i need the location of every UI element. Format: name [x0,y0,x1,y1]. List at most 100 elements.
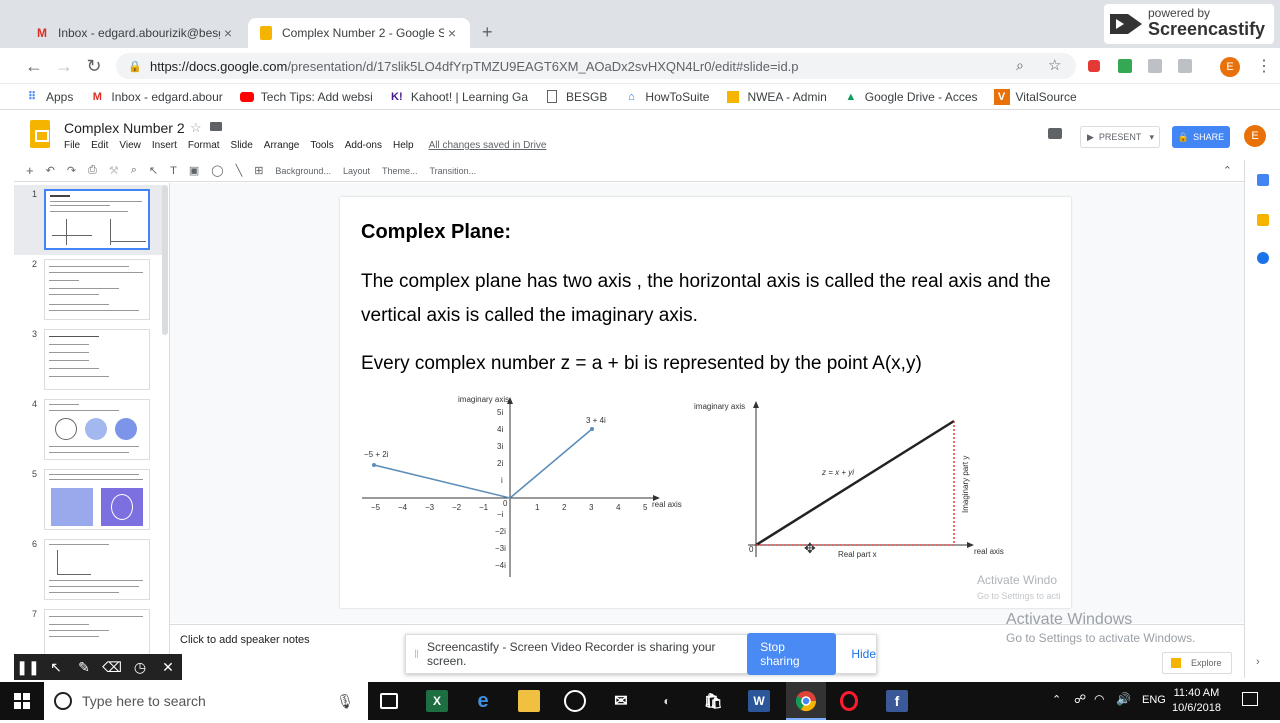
transition-button[interactable]: Transition... [430,166,477,176]
textbox-icon[interactable]: T [170,165,177,177]
shape-icon[interactable]: ◯ [211,164,223,177]
menu-slide[interactable]: Slide [231,140,253,151]
wifi-icon[interactable]: ◠ [1094,692,1104,706]
slide-thumbnail-5[interactable] [44,469,150,530]
volume-icon[interactable]: 🔊 [1116,692,1131,706]
close-icon[interactable]: × [220,25,236,41]
file-explorer-icon[interactable] [518,690,540,712]
stop-sharing-button[interactable]: Stop sharing [747,633,837,675]
action-center-icon[interactable] [1242,692,1258,706]
slide-thumbnail-1[interactable] [44,189,150,250]
undo-icon[interactable]: ↶ [46,164,55,177]
task-view-icon[interactable] [380,693,398,709]
excel-icon[interactable]: X [426,690,448,712]
slide-paragraph-2[interactable]: Every complex number z = a + bi is repre… [361,347,922,381]
slide-thumbnail-6[interactable] [44,539,150,600]
forward-arrow-icon[interactable]: → [52,54,76,78]
chrome-taskbar-item[interactable] [786,682,826,720]
comments-icon[interactable] [1048,128,1062,139]
language-indicator[interactable]: ENG [1142,694,1166,706]
windows-start-icon[interactable] [14,693,30,709]
document-title[interactable]: Complex Number 2 [64,120,185,136]
store-icon[interactable]: 🛍 [702,690,724,712]
filmstrip-scrollbar[interactable] [162,185,168,335]
print-icon[interactable]: ⎙ [88,164,97,177]
zoom-search-icon[interactable]: ⌕ [1016,57,1024,74]
chevron-down-icon[interactable]: ▾ [1149,132,1154,143]
explore-button[interactable]: Explore [1162,652,1232,674]
slide-canvas[interactable]: Complex Plane: The complex plane has two… [340,197,1071,608]
tab-slides[interactable]: Complex Number 2 - Google Slid × [248,18,470,48]
slide-thumbnail-7[interactable] [44,609,150,655]
address-bar[interactable]: 🔒 https://docs.google.com /presentation/… [116,53,1076,79]
pause-icon[interactable]: ❚❚ [14,659,42,676]
paint-format-icon[interactable]: ⚒ [109,164,119,177]
bookmark-besgb[interactable]: BESGB [544,89,607,105]
share-button[interactable]: 🔒 SHARE [1172,126,1230,148]
bookmark-nwea[interactable]: NWEA - Admin [725,89,827,105]
app-icon[interactable]: ◐ [656,690,678,712]
menu-help[interactable]: Help [393,140,414,151]
star-icon[interactable]: ☆ [190,120,202,136]
mail-icon[interactable]: ✉ [610,690,632,712]
calendar-icon[interactable] [1257,174,1269,186]
extension-search-icon[interactable] [1148,59,1162,73]
slide-thumbnail-4[interactable] [44,399,150,460]
account-avatar[interactable]: E [1244,125,1266,147]
line-icon[interactable]: ╲ [236,164,243,177]
side-panel-toggle-icon[interactable]: › [1256,656,1260,668]
bookmark-drive[interactable]: ▲ Google Drive - Acces [843,89,977,105]
collapse-icon[interactable]: ⌃ [1223,164,1232,177]
redo-icon[interactable]: ↷ [67,164,76,177]
eraser-icon[interactable]: ⌫ [98,659,126,676]
reload-icon[interactable]: ↻ [82,54,106,78]
profile-avatar[interactable]: E [1220,57,1240,77]
slide-thumbnail-2[interactable] [44,259,150,320]
bookmark-howtosuite[interactable]: ⌂ HowToSuite [623,89,709,105]
zoom-icon[interactable]: ⌕ [131,164,137,177]
extension-camera-icon[interactable] [1178,59,1192,73]
save-status[interactable]: All changes saved in Drive [429,140,547,151]
back-arrow-icon[interactable]: ← [22,54,46,78]
menu-view[interactable]: View [119,140,141,151]
bookmark-kahoot[interactable]: K! Kahoot! | Learning Ga [389,89,528,105]
hide-button[interactable]: Hide [851,647,876,661]
timer-icon[interactable]: ◷ [126,659,154,676]
layout-button[interactable]: Layout [343,166,370,176]
star-icon[interactable]: ☆ [1048,56,1061,74]
extension-sheets-icon[interactable] [1118,59,1132,73]
keep-icon[interactable] [1257,214,1269,226]
menu-edit[interactable]: Edit [91,140,108,151]
chevron-up-icon[interactable]: ⌃ [1052,693,1061,706]
slides-logo-icon[interactable] [30,120,50,148]
slide-paragraph-line1[interactable]: The complex plane has two axis , the hor… [361,265,1051,299]
slide-paragraph-line2[interactable]: vertical axis is called the imaginary ax… [361,299,698,333]
pen-icon[interactable]: ✎ [70,659,98,676]
menu-arrange[interactable]: Arrange [264,140,300,151]
taskbar-search[interactable]: Type here to search 🎙 [44,682,368,720]
menu-format[interactable]: Format [188,140,220,151]
taskbar-clock[interactable]: 11:40 AM 10/6/2018 [1172,686,1221,716]
present-button[interactable]: ▶ PRESENT ▾ [1080,126,1160,148]
drag-handle-icon[interactable]: ‖ [414,647,419,661]
menu-insert[interactable]: Insert [152,140,177,151]
word-icon[interactable]: W [748,690,770,712]
tasks-icon[interactable] [1257,252,1269,264]
menu-addons[interactable]: Add-ons [345,140,382,151]
select-icon[interactable]: ↖ [149,164,158,177]
network-icon[interactable]: ☍ [1074,692,1086,706]
background-button[interactable]: Background... [275,166,331,176]
chrome-menu-icon[interactable]: ⋮ [1256,56,1272,76]
bookmark-apps[interactable]: ⠿ Apps [24,89,73,105]
pointer-icon[interactable]: ↖ [42,659,70,676]
edge-icon[interactable]: e [472,690,494,712]
network-app-icon[interactable] [564,690,586,712]
new-slide-icon[interactable]: + [26,163,34,178]
slide-heading[interactable]: Complex Plane: [361,221,511,244]
folder-icon[interactable] [210,122,222,131]
comment-add-icon[interactable]: ⊞ [254,164,263,177]
extension-record-icon[interactable] [1088,60,1100,72]
opera-icon[interactable] [840,691,858,711]
close-icon[interactable]: ✕ [154,659,182,676]
close-icon[interactable]: × [444,25,460,41]
